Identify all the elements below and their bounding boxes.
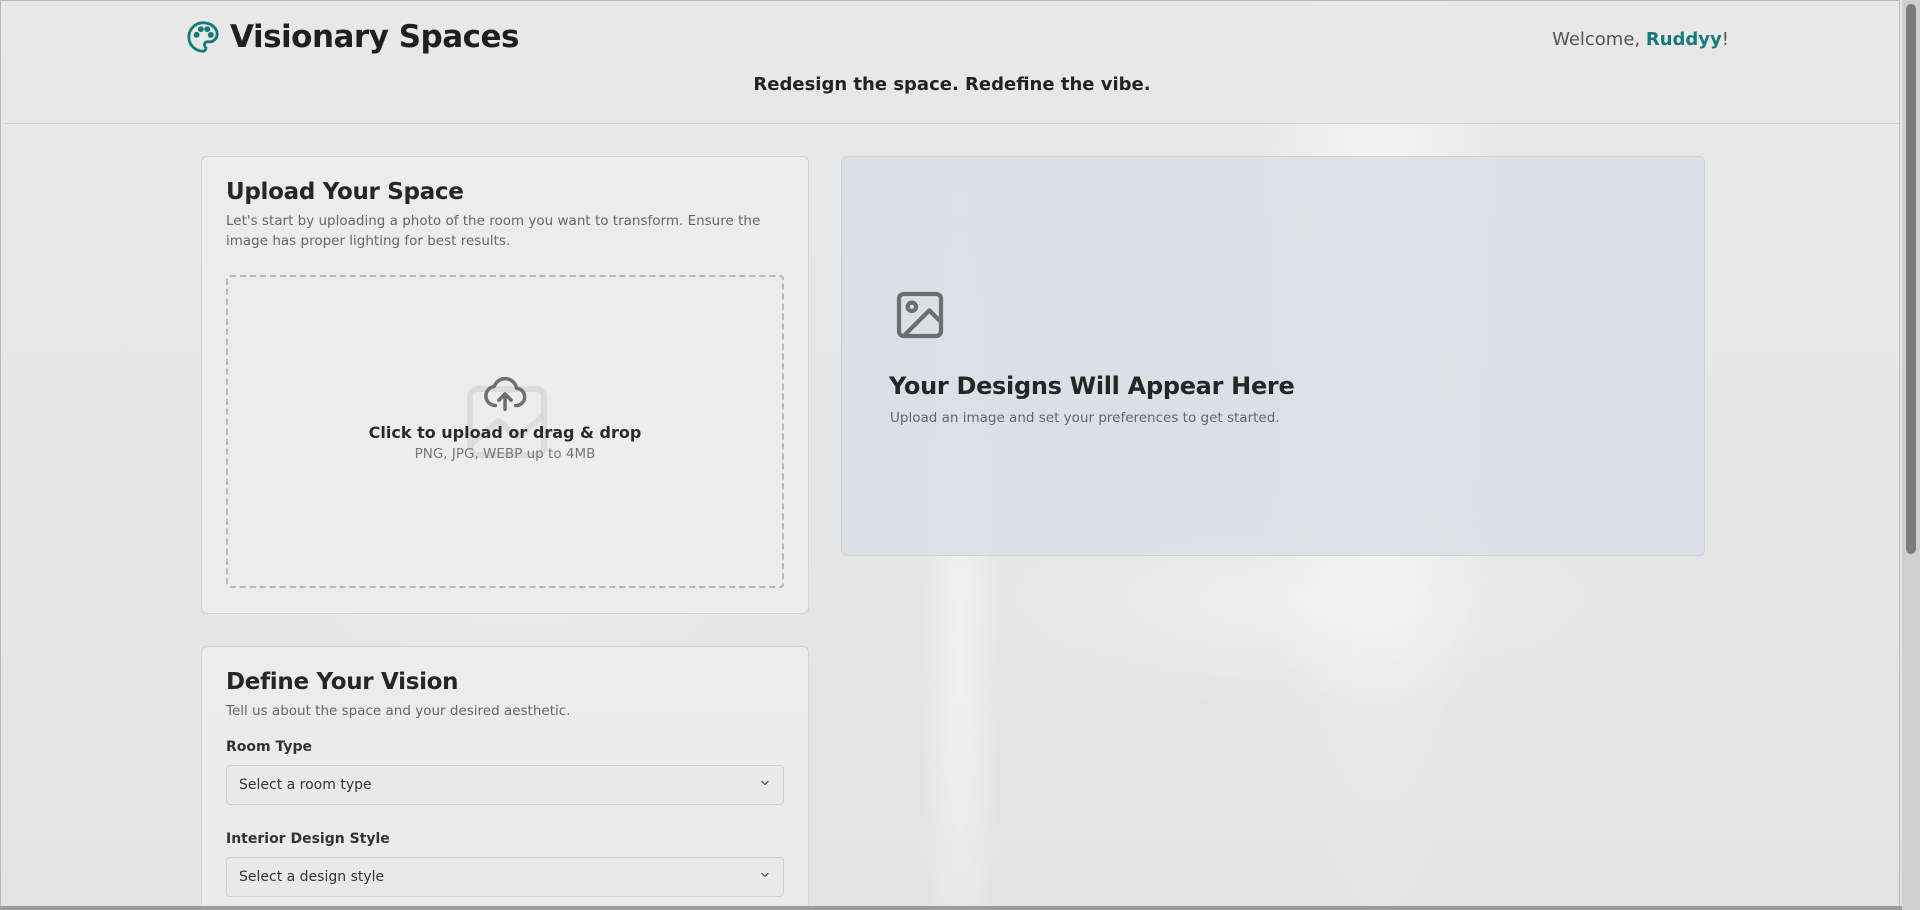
results-title: Your Designs Will Appear Here <box>889 372 1295 400</box>
cloud-upload-icon <box>482 371 528 421</box>
style-label: Interior Design Style <box>226 831 390 847</box>
dropzone-subtitle: PNG, JPG, WEBP up to 4MB <box>414 446 596 462</box>
welcome-prefix: Welcome, <box>1552 29 1646 50</box>
welcome-message: Welcome, Ruddyy! <box>1552 29 1729 50</box>
username[interactable]: Ruddyy <box>1646 29 1722 50</box>
dropzone-title: Click to upload or drag & drop <box>368 423 642 442</box>
upload-card: Upload Your Space Let's start by uploadi… <box>201 156 809 614</box>
design-style-value: Select a design style <box>239 869 385 885</box>
vision-title: Define Your Vision <box>226 669 459 695</box>
room-type-label: Room Type <box>226 739 313 755</box>
image-icon <box>892 287 948 347</box>
window-bottom-edge <box>0 906 1902 910</box>
vision-description: Tell us about the space and your desired… <box>226 703 571 719</box>
tagline: Redesign the space. Redefine the vibe. <box>753 74 1151 95</box>
vision-card: Define Your Vision Tell us about the spa… <box>201 646 809 910</box>
results-panel: Your Designs Will Appear Here Upload an … <box>841 156 1705 556</box>
design-style-select[interactable]: Select a design style <box>226 857 784 897</box>
chevron-down-icon <box>759 869 771 885</box>
room-type-select[interactable]: Select a room type <box>226 765 784 805</box>
upload-title: Upload Your Space <box>226 179 464 205</box>
scrollbar-thumb[interactable] <box>1906 4 1916 554</box>
palette-icon <box>186 20 220 54</box>
welcome-suffix: ! <box>1721 29 1729 50</box>
chevron-down-icon <box>759 777 771 793</box>
results-subtitle: Upload an image and set your preferences… <box>890 410 1280 426</box>
app-header: Visionary Spaces Welcome, Ruddyy! Redesi… <box>5 1 1899 124</box>
upload-description: Let's start by uploading a photo of the … <box>226 213 761 249</box>
brand[interactable]: Visionary Spaces <box>186 19 520 55</box>
brand-name: Visionary Spaces <box>230 19 520 55</box>
vertical-scrollbar[interactable] <box>1902 0 1920 910</box>
upload-dropzone[interactable]: Click to upload or drag & drop PNG, JPG,… <box>226 275 784 588</box>
room-type-value: Select a room type <box>239 777 372 793</box>
